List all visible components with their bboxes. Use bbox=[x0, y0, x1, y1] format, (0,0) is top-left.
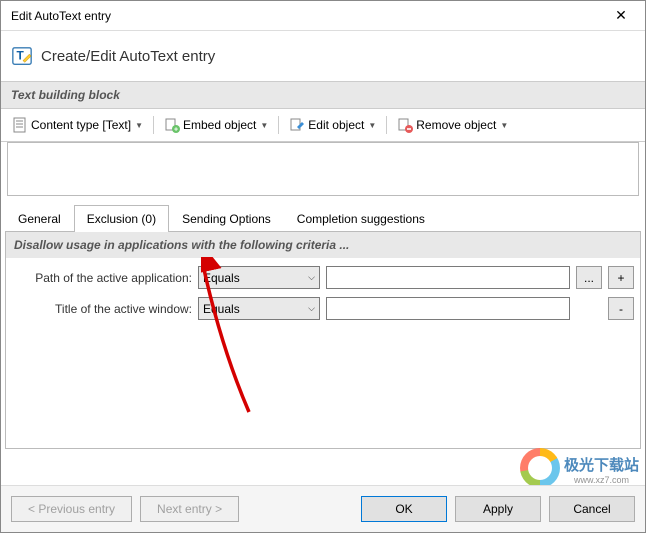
toolbar: Content type [Text] ▼ + Embed object ▼ E… bbox=[1, 109, 645, 142]
watermark-logo-icon bbox=[520, 448, 560, 488]
row-label-title: Title of the active window: bbox=[12, 302, 192, 316]
dialog-header: T Create/Edit AutoText entry bbox=[1, 31, 645, 81]
criteria-row: Title of the active window: Equals ⌵ - bbox=[12, 297, 634, 320]
apply-button[interactable]: Apply bbox=[455, 496, 541, 522]
remove-label: Remove object bbox=[416, 118, 496, 132]
chevron-down-icon: ⌵ bbox=[308, 272, 315, 283]
dialog-footer: < Previous entry Next entry > OK Apply C… bbox=[1, 485, 645, 532]
autotext-icon: T bbox=[11, 45, 33, 67]
watermark: 极光下载站 www.xz7.com bbox=[520, 448, 639, 490]
tab-strip: General Exclusion (0) Sending Options Co… bbox=[1, 204, 645, 231]
operator-select-path[interactable]: Equals ⌵ bbox=[198, 266, 320, 289]
add-row-button[interactable]: + bbox=[608, 266, 634, 289]
value-input-title[interactable] bbox=[326, 297, 570, 320]
content-area[interactable] bbox=[7, 142, 639, 196]
tab-exclusion[interactable]: Exclusion (0) bbox=[74, 205, 169, 232]
edit-label: Edit object bbox=[308, 118, 364, 132]
value-input-path[interactable] bbox=[326, 266, 570, 289]
separator bbox=[386, 116, 387, 134]
tab-sending-options[interactable]: Sending Options bbox=[169, 205, 284, 232]
watermark-url: www.xz7.com bbox=[564, 475, 639, 485]
ok-button[interactable]: OK bbox=[361, 496, 447, 522]
content-type-button[interactable]: Content type [Text] ▼ bbox=[7, 113, 148, 137]
close-icon: ✕ bbox=[615, 7, 627, 24]
dialog-title: Create/Edit AutoText entry bbox=[41, 48, 215, 65]
next-entry-button: Next entry > bbox=[140, 496, 239, 522]
remove-row-button[interactable]: - bbox=[608, 297, 634, 320]
document-icon bbox=[12, 117, 28, 133]
prev-entry-button: < Previous entry bbox=[11, 496, 132, 522]
remove-icon bbox=[397, 117, 413, 133]
separator bbox=[278, 116, 279, 134]
criteria-label: Disallow usage in applications with the … bbox=[6, 232, 640, 258]
section-block-label: Text building block bbox=[1, 81, 645, 109]
criteria-row: Path of the active application: Equals ⌵… bbox=[12, 266, 634, 289]
window-title: Edit AutoText entry bbox=[11, 9, 601, 23]
browse-button[interactable]: ... bbox=[576, 266, 602, 289]
embed-object-button[interactable]: + Embed object ▼ bbox=[159, 113, 273, 137]
svg-text:+: + bbox=[174, 127, 178, 134]
chevron-down-icon: ▼ bbox=[368, 121, 376, 130]
close-button[interactable]: ✕ bbox=[601, 2, 641, 30]
chevron-down-icon: ▼ bbox=[500, 121, 508, 130]
chevron-down-icon: ▼ bbox=[260, 121, 268, 130]
embed-label: Embed object bbox=[183, 118, 256, 132]
remove-object-button[interactable]: Remove object ▼ bbox=[392, 113, 513, 137]
embed-icon: + bbox=[164, 117, 180, 133]
separator bbox=[153, 116, 154, 134]
dialog-window: Edit AutoText entry ✕ T Create/Edit Auto… bbox=[0, 0, 646, 533]
edit-icon bbox=[289, 117, 305, 133]
watermark-title: 极光下载站 bbox=[564, 454, 639, 475]
content-type-label: Content type [Text] bbox=[31, 118, 131, 132]
tab-general[interactable]: General bbox=[5, 205, 74, 232]
criteria-rows: Path of the active application: Equals ⌵… bbox=[6, 258, 640, 336]
tab-completion-suggestions[interactable]: Completion suggestions bbox=[284, 205, 438, 232]
row-label-path: Path of the active application: bbox=[12, 271, 192, 285]
edit-object-button[interactable]: Edit object ▼ bbox=[284, 113, 381, 137]
titlebar: Edit AutoText entry ✕ bbox=[1, 1, 645, 31]
cancel-button[interactable]: Cancel bbox=[549, 496, 635, 522]
chevron-down-icon: ⌵ bbox=[308, 303, 315, 314]
tab-panel-exclusion: Disallow usage in applications with the … bbox=[5, 231, 641, 449]
operator-select-title[interactable]: Equals ⌵ bbox=[198, 297, 320, 320]
chevron-down-icon: ▼ bbox=[135, 121, 143, 130]
